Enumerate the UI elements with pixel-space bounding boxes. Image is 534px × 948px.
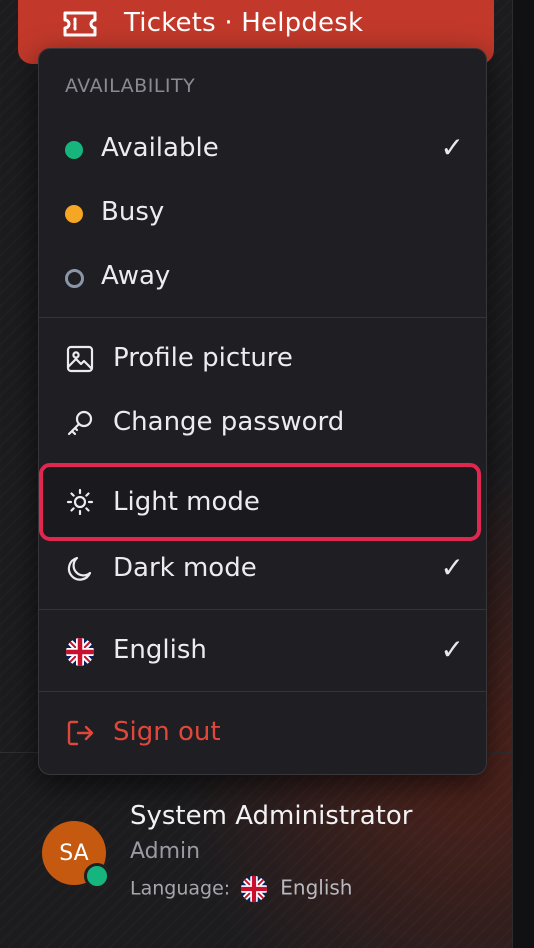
dark-mode-label: Dark mode <box>113 553 257 583</box>
sign-out-label: Sign out <box>113 717 221 747</box>
sun-icon <box>66 488 94 516</box>
key-icon <box>67 410 93 436</box>
language-value: English <box>280 875 353 900</box>
uk-flag-icon <box>241 875 268 903</box>
user-menu-dropdown: AVAILABILITY Available ✓ Busy Away Profi… <box>38 48 487 775</box>
availability-section-title: AVAILABILITY <box>65 75 196 97</box>
moon-icon <box>67 556 92 581</box>
user-language: Language: English <box>130 875 352 903</box>
status-busy-item[interactable]: Busy <box>41 183 484 243</box>
logout-icon <box>67 720 94 746</box>
user-role: Admin <box>130 839 201 864</box>
status-dot-available <box>65 141 83 159</box>
language-english-label: English <box>113 635 207 665</box>
status-available-label: Available <box>101 133 219 163</box>
check-icon: ✓ <box>440 551 464 584</box>
avatar-initials: SA <box>59 840 89 866</box>
status-away-item[interactable]: Away <box>41 247 484 307</box>
profile-picture-label: Profile picture <box>113 343 293 373</box>
language-english-item[interactable]: English ✓ <box>41 621 484 681</box>
menu-divider <box>39 609 486 610</box>
main-content-edge <box>512 0 534 948</box>
nav-item-label: Tickets · Helpdesk <box>124 8 364 38</box>
change-password-label: Change password <box>113 407 345 437</box>
status-dot-busy <box>65 205 83 223</box>
image-icon <box>66 345 94 373</box>
profile-picture-item[interactable]: Profile picture <box>41 329 484 389</box>
language-label: Language: <box>130 877 231 900</box>
change-password-item[interactable]: Change password <box>41 393 484 453</box>
status-dot-away <box>65 269 84 288</box>
status-available-item[interactable]: Available ✓ <box>41 119 484 179</box>
light-mode-item[interactable]: Light mode <box>39 463 481 541</box>
menu-divider <box>39 317 486 318</box>
uk-flag-icon <box>66 638 94 666</box>
check-icon: ✓ <box>440 131 464 164</box>
user-profile[interactable]: SA System Administrator Admin Language: … <box>0 753 512 948</box>
status-indicator-icon <box>84 863 110 889</box>
status-away-label: Away <box>101 261 171 291</box>
user-name: System Administrator <box>130 801 413 831</box>
status-busy-label: Busy <box>101 197 165 227</box>
dark-mode-item[interactable]: Dark mode ✓ <box>41 539 484 599</box>
menu-divider <box>39 691 486 692</box>
ticket-icon <box>63 11 97 37</box>
light-mode-label: Light mode <box>113 487 260 517</box>
check-icon: ✓ <box>440 633 464 666</box>
